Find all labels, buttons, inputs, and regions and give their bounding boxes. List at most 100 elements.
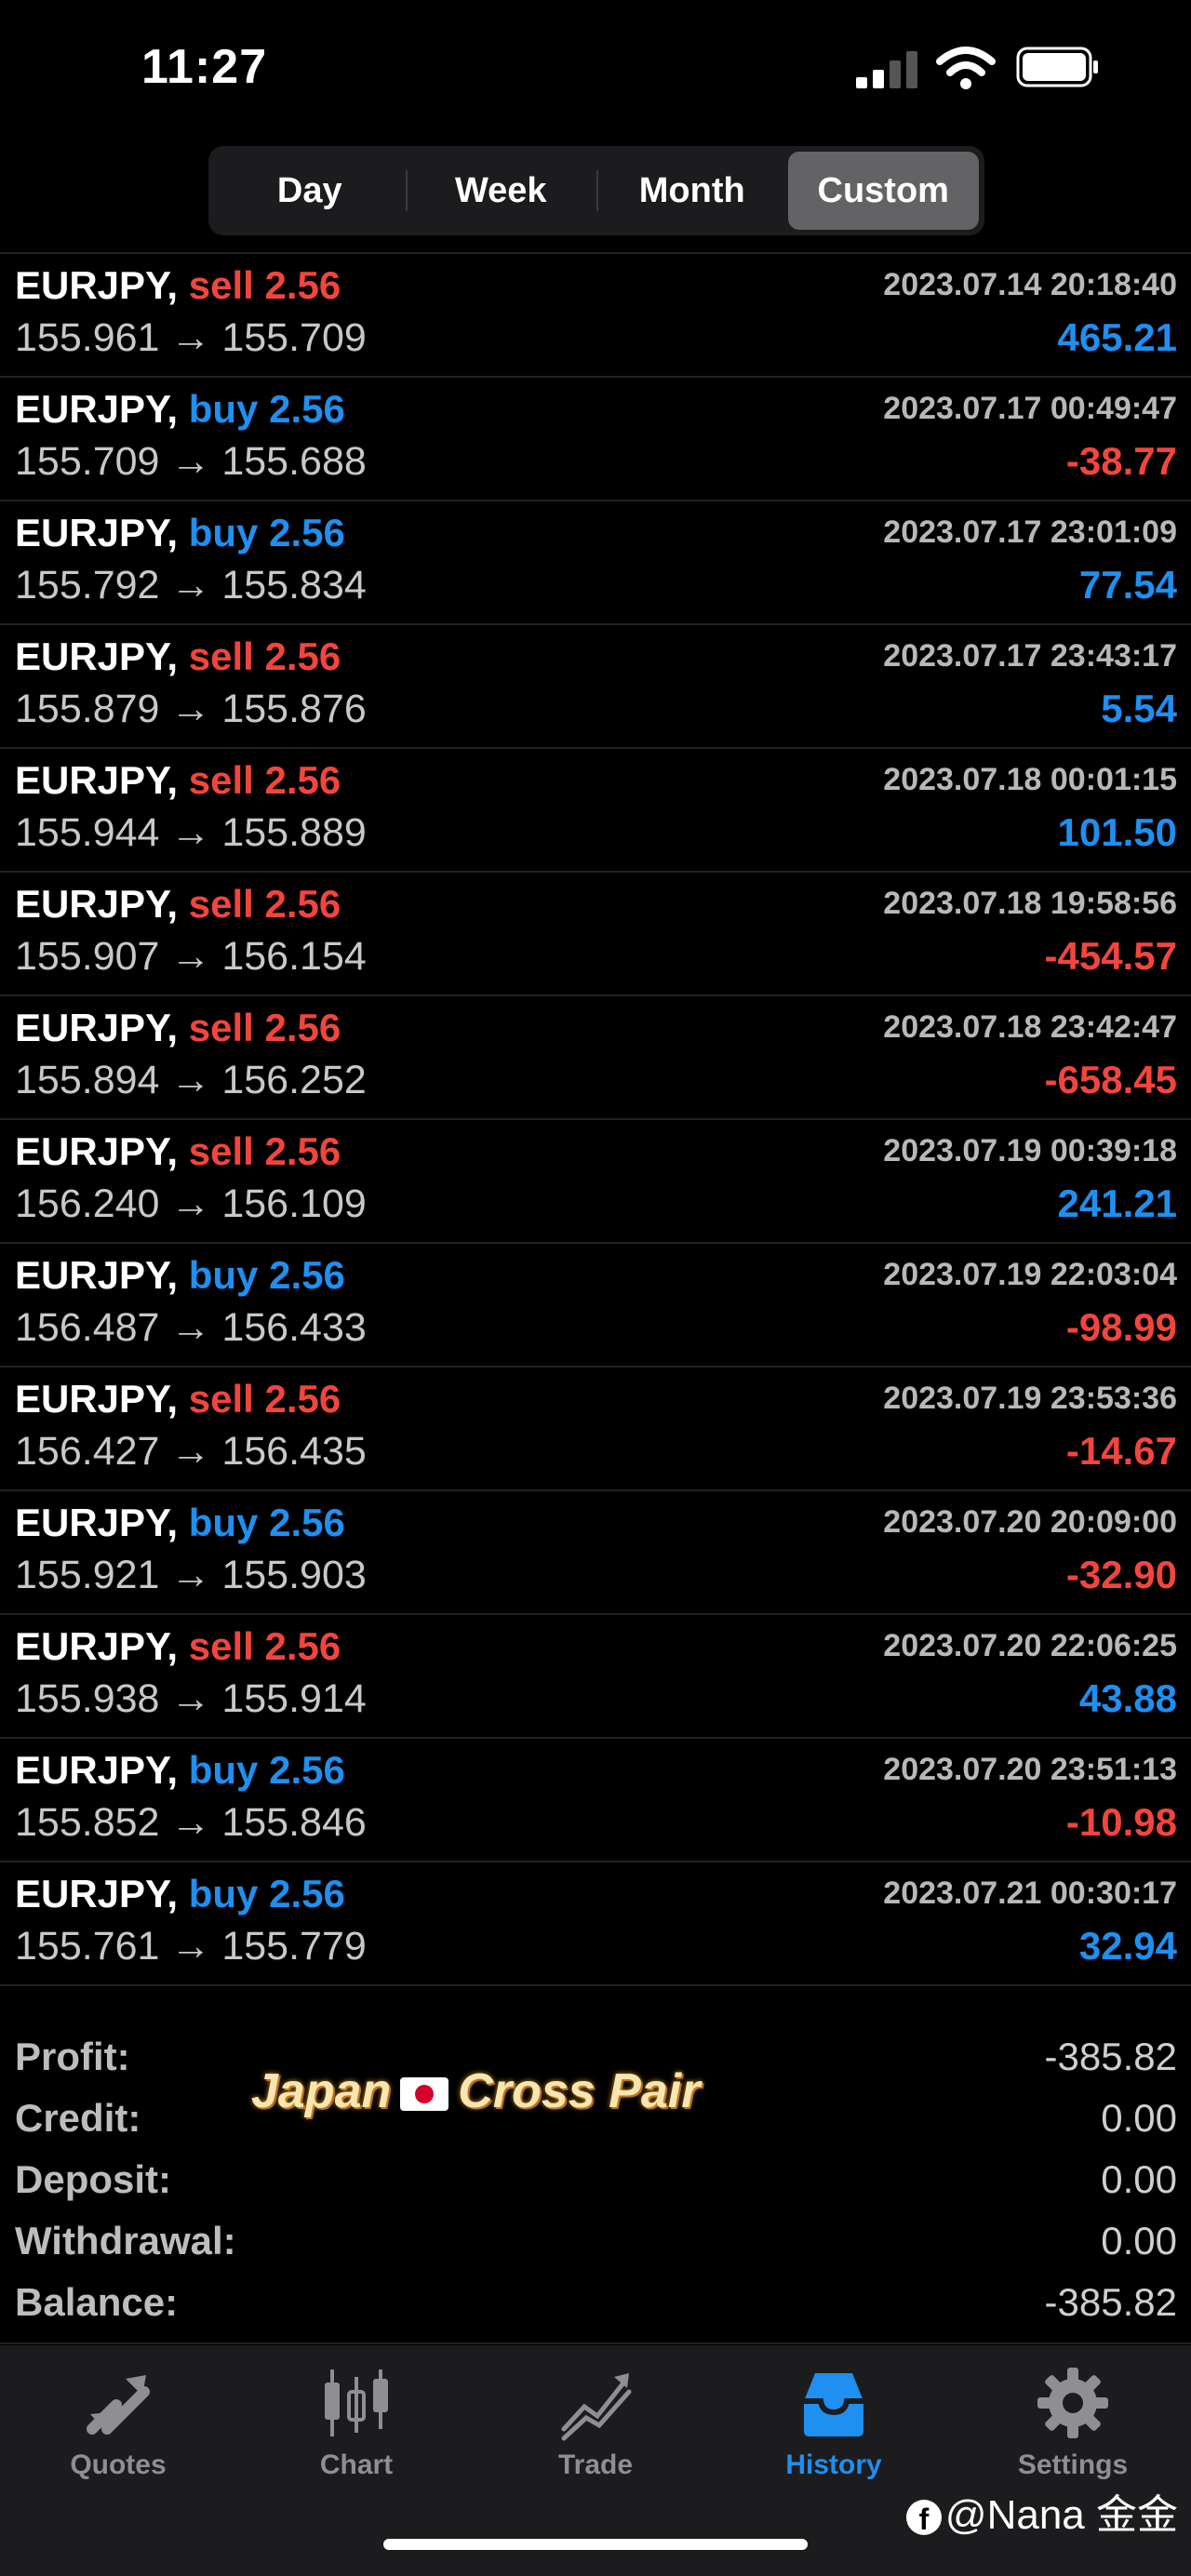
deal-volume: 2.56 <box>264 1624 341 1668</box>
deal-row[interactable]: EURJPY, buy 2.56 155.921 → 155.903 2023.07… <box>0 1491 1191 1615</box>
deal-title: EURJPY, sell 2.56 <box>15 634 341 679</box>
summary-row-withdrawal: Withdrawal: 0.00 <box>0 2213 1191 2275</box>
tab-label: Trade <box>557 2449 634 2480</box>
tab-quotes[interactable]: Quotes <box>25 2364 211 2494</box>
segment-month[interactable]: Month <box>596 152 788 230</box>
deal-row[interactable]: EURJPY, buy 2.56 155.709 → 155.688 2023.07… <box>0 378 1191 501</box>
deal-symbol: EURJPY, <box>15 1624 179 1668</box>
deal-profit: -14.67 <box>1065 1429 1177 1473</box>
tab-settings[interactable]: Settings <box>980 2364 1166 2494</box>
arrow-right-icon: → <box>159 563 222 607</box>
deal-title: EURJPY, sell 2.56 <box>15 1377 341 1421</box>
deal-volume: 2.56 <box>269 1872 345 1915</box>
deal-side: sell <box>188 882 254 926</box>
summary-label: Profit: <box>15 2035 130 2078</box>
deal-prices: 155.761 → 155.779 <box>15 1924 367 1969</box>
deal-prices: 156.427 → 156.435 <box>15 1429 367 1475</box>
deal-row[interactable]: EURJPY, buy 2.56 156.487 → 156.433 2023.07… <box>0 1244 1191 1368</box>
deal-time: 2023.07.19 23:53:36 <box>883 1381 1177 1416</box>
deal-row[interactable]: EURJPY, buy 2.56 155.792 → 155.834 2023.07… <box>0 501 1191 625</box>
deal-time: 2023.07.20 23:51:13 <box>883 1752 1177 1787</box>
segment-day[interactable]: Day <box>214 152 406 230</box>
deal-profit: 465.21 <box>1057 315 1177 359</box>
deal-open-price: 155.879 <box>15 687 160 731</box>
deal-volume: 2.56 <box>264 263 341 307</box>
deal-row[interactable]: EURJPY, sell 2.56 155.894 → 156.252 2023.0… <box>0 996 1191 1120</box>
deal-prices: 155.852 → 155.846 <box>15 1800 367 1846</box>
arrow-right-icon: → <box>159 315 222 360</box>
arrow-right-icon: → <box>159 1305 222 1350</box>
deal-title: EURJPY, buy 2.56 <box>15 1872 345 1916</box>
deal-row[interactable]: EURJPY, sell 2.56 155.879 → 155.876 2023.0… <box>0 625 1191 749</box>
deal-open-price: 155.852 <box>15 1800 160 1845</box>
deal-symbol: EURJPY, <box>15 1253 179 1297</box>
deal-prices: 155.894 → 156.252 <box>15 1058 367 1103</box>
deal-title: EURJPY, buy 2.56 <box>15 1253 345 1298</box>
deal-open-price: 155.907 <box>15 934 160 979</box>
deal-row[interactable]: EURJPY, sell 2.56 155.938 → 155.914 2023.0… <box>0 1615 1191 1739</box>
deal-row[interactable]: EURJPY, sell 2.56 156.427 → 156.435 2023.0… <box>0 1368 1191 1491</box>
deal-row[interactable]: EURJPY, sell 2.56 156.240 → 156.109 2023.0… <box>0 1120 1191 1244</box>
deal-close-price: 155.903 <box>221 1553 367 1597</box>
deal-row[interactable]: EURJPY, buy 2.56 155.761 → 155.779 2023.07… <box>0 1862 1191 1986</box>
deal-prices: 156.240 → 156.109 <box>15 1181 367 1227</box>
deal-prices: 155.938 → 155.914 <box>15 1676 367 1722</box>
summary-value: -385.82 <box>1044 2280 1177 2324</box>
deal-row[interactable]: EURJPY, sell 2.56 155.944 → 155.889 2023.0… <box>0 749 1191 873</box>
deal-profit: -658.45 <box>1044 1058 1177 1101</box>
deal-title: EURJPY, sell 2.56 <box>15 1006 341 1050</box>
summary-row-deposit: Deposit: 0.00 <box>0 2152 1191 2213</box>
deal-close-price: 155.834 <box>221 563 367 607</box>
status-time: 11:27 <box>141 40 268 94</box>
deal-close-price: 155.876 <box>221 687 367 731</box>
tab-label: Chart <box>319 2449 394 2480</box>
arrow-right-icon: → <box>159 1181 222 1226</box>
segment-custom[interactable]: Custom <box>787 152 979 230</box>
deal-time: 2023.07.18 23:42:47 <box>883 1009 1177 1045</box>
deal-row[interactable]: EURJPY, sell 2.56 155.961 → 155.709 2023.0… <box>0 254 1191 378</box>
deal-close-price: 155.914 <box>221 1676 367 1721</box>
deal-side: buy <box>188 1748 259 1792</box>
deal-time: 2023.07.19 22:03:04 <box>883 1257 1177 1292</box>
deal-title: EURJPY, buy 2.56 <box>15 1748 345 1793</box>
deal-symbol: EURJPY, <box>15 1501 179 1544</box>
deal-time: 2023.07.17 23:43:17 <box>883 638 1177 674</box>
tab-history[interactable]: History <box>741 2364 927 2494</box>
arrow-right-icon: → <box>159 1553 222 1597</box>
deal-row[interactable]: EURJPY, sell 2.56 155.907 → 156.154 2023.0… <box>0 873 1191 996</box>
tab-chart[interactable]: Chart <box>263 2364 449 2494</box>
deal-open-price: 156.427 <box>15 1429 160 1474</box>
deal-profit: 77.54 <box>1078 563 1177 607</box>
tab-label: Quotes <box>70 2449 167 2480</box>
deal-side: sell <box>188 1624 254 1668</box>
deal-profit: -10.98 <box>1065 1800 1177 1844</box>
deal-profit: 5.54 <box>1101 687 1177 730</box>
deal-profit: -32.90 <box>1065 1553 1177 1596</box>
deal-profit: -454.57 <box>1044 934 1177 978</box>
deal-close-price: 155.889 <box>221 810 367 855</box>
summary-label: Withdrawal: <box>15 2219 236 2262</box>
summary-value: 0.00 <box>1101 2219 1177 2262</box>
segment-week[interactable]: Week <box>405 152 597 230</box>
history-icon <box>804 2373 863 2436</box>
deal-time: 2023.07.19 00:39:18 <box>883 1133 1177 1168</box>
deal-prices: 155.879 → 155.876 <box>15 687 367 732</box>
deal-volume: 2.56 <box>269 387 345 431</box>
deal-side: buy <box>188 1501 259 1544</box>
deal-symbol: EURJPY, <box>15 263 179 307</box>
tab-trade[interactable]: Trade <box>502 2364 689 2494</box>
deal-symbol: EURJPY, <box>15 1129 179 1173</box>
deal-close-price: 155.846 <box>221 1800 367 1845</box>
deal-open-price: 155.944 <box>15 810 160 855</box>
deal-close-price: 156.435 <box>221 1429 367 1474</box>
deal-profit: -38.77 <box>1065 439 1177 483</box>
deal-time: 2023.07.14 20:18:40 <box>883 267 1177 302</box>
deal-side: sell <box>188 263 254 307</box>
trade-icon <box>561 2373 632 2441</box>
watermark-text: @Nana 金金 <box>944 2492 1178 2538</box>
deal-title: EURJPY, buy 2.56 <box>15 511 345 555</box>
deal-time: 2023.07.17 23:01:09 <box>883 514 1177 550</box>
deal-side: sell <box>188 1006 254 1049</box>
summary-label: Deposit: <box>15 2157 171 2201</box>
deal-row[interactable]: EURJPY, buy 2.56 155.852 → 155.846 2023.07… <box>0 1739 1191 1862</box>
